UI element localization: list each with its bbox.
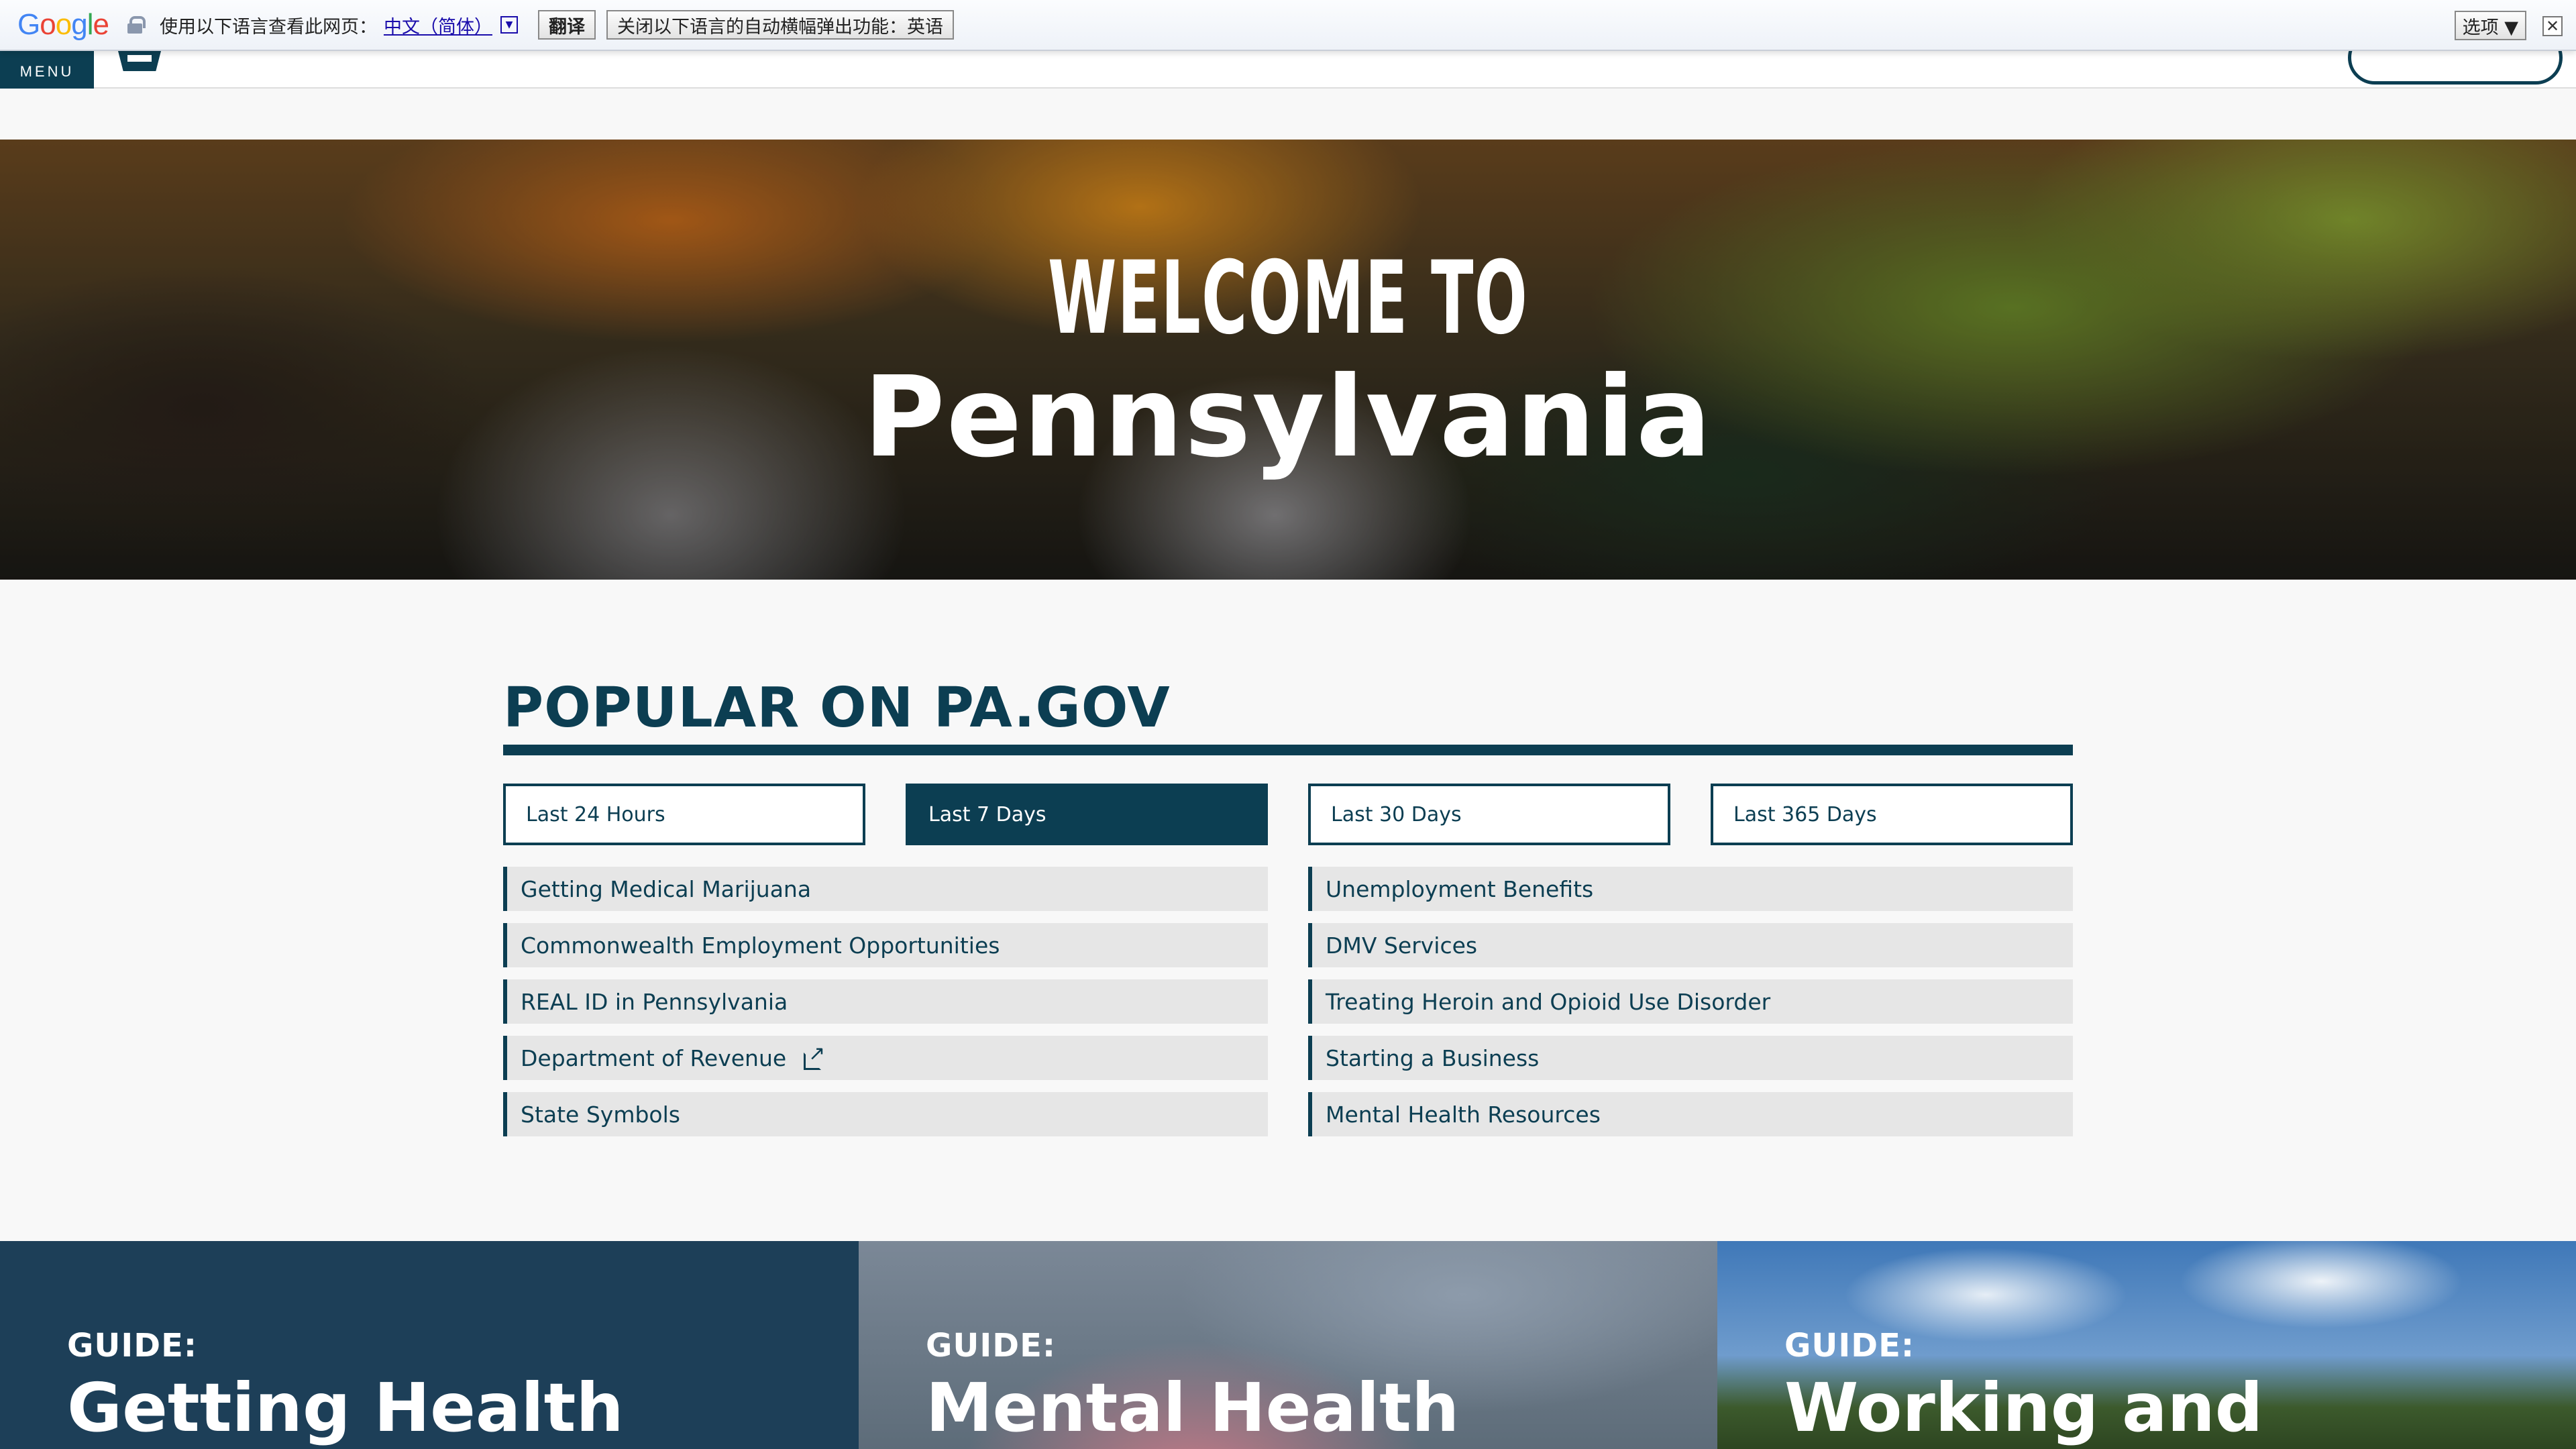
link-real-id[interactable]: REAL ID in Pennsylvania (503, 979, 1268, 1024)
guides-row: GUIDE: Getting Health GUIDE: Mental Heal… (0, 1241, 2576, 1449)
popular-links: Getting Medical Marijuana Unemployment B… (503, 867, 2073, 1136)
google-logo: Google (17, 8, 109, 41)
guide-title: Getting Health (67, 1368, 624, 1447)
link-employment-opportunities[interactable]: Commonwealth Employment Opportunities (503, 923, 1268, 967)
link-starting-a-business[interactable]: Starting a Business (1308, 1036, 2073, 1080)
tab-last-24-hours[interactable]: Last 24 Hours (503, 784, 865, 845)
link-dmv-services[interactable]: DMV Services (1308, 923, 2073, 967)
translate-prompt: 使用以下语言查看此网页： (159, 16, 377, 38)
language-link[interactable]: 中文（简体） (384, 12, 492, 38)
tab-last-30-days[interactable]: Last 30 Days (1308, 784, 1670, 845)
link-treating-heroin-opioid[interactable]: Treating Heroin and Opioid Use Disorder (1308, 979, 2073, 1024)
translate-button[interactable]: 翻译 (537, 10, 596, 40)
guide-label: GUIDE: (1784, 1327, 1915, 1364)
guide-label: GUIDE: (67, 1327, 198, 1364)
hero-welcome-text: WELCOME TO (1047, 240, 1529, 357)
guide-card-health[interactable]: GUIDE: Getting Health (0, 1241, 859, 1449)
menu-button[interactable]: MENU (0, 51, 94, 89)
popular-section: POPULAR ON PA.GOV Last 24 Hours Last 7 D… (503, 674, 2073, 1136)
link-department-of-revenue[interactable]: Department of Revenue (503, 1036, 1268, 1080)
lock-icon (127, 16, 146, 34)
guide-title: Mental Health (926, 1368, 1460, 1447)
tab-last-365-days[interactable]: Last 365 Days (1711, 784, 2073, 845)
section-title: POPULAR ON PA.GOV (503, 676, 1171, 740)
options-button[interactable]: 选项 ▼ (2454, 11, 2526, 40)
link-mental-health-resources[interactable]: Mental Health Resources (1308, 1092, 2073, 1136)
time-range-tabs: Last 24 Hours Last 7 Days Last 30 Days L… (503, 784, 2073, 845)
hero-banner: WELCOME TO Pennsylvania (0, 140, 2576, 580)
keystone-logo-icon[interactable] (118, 51, 161, 71)
translate-bar: Google 使用以下语言查看此网页： 中文（简体） ▼ 翻译 关闭以下语言的自… (0, 0, 2576, 51)
link-medical-marijuana[interactable]: Getting Medical Marijuana (503, 867, 1268, 911)
title-divider (503, 745, 2073, 755)
site-header: MENU (0, 31, 2576, 89)
guide-card-mental-health[interactable]: GUIDE: Mental Health (859, 1241, 1717, 1449)
link-unemployment-benefits[interactable]: Unemployment Benefits (1308, 867, 2073, 911)
hero-title: Pennsylvania (863, 353, 1713, 482)
link-state-symbols[interactable]: State Symbols (503, 1092, 1268, 1136)
external-link-icon (804, 1042, 825, 1070)
guide-label: GUIDE: (926, 1327, 1057, 1364)
close-icon[interactable]: ✕ (2542, 16, 2563, 36)
guide-card-working[interactable]: GUIDE: Working and (1717, 1241, 2576, 1449)
guide-title: Working and (1784, 1368, 2263, 1447)
language-dropdown-icon[interactable]: ▼ (500, 16, 518, 34)
disable-translate-button[interactable]: 关闭以下语言的自动横幅弹出功能：英语 (606, 10, 954, 40)
tab-last-7-days[interactable]: Last 7 Days (906, 784, 1268, 845)
